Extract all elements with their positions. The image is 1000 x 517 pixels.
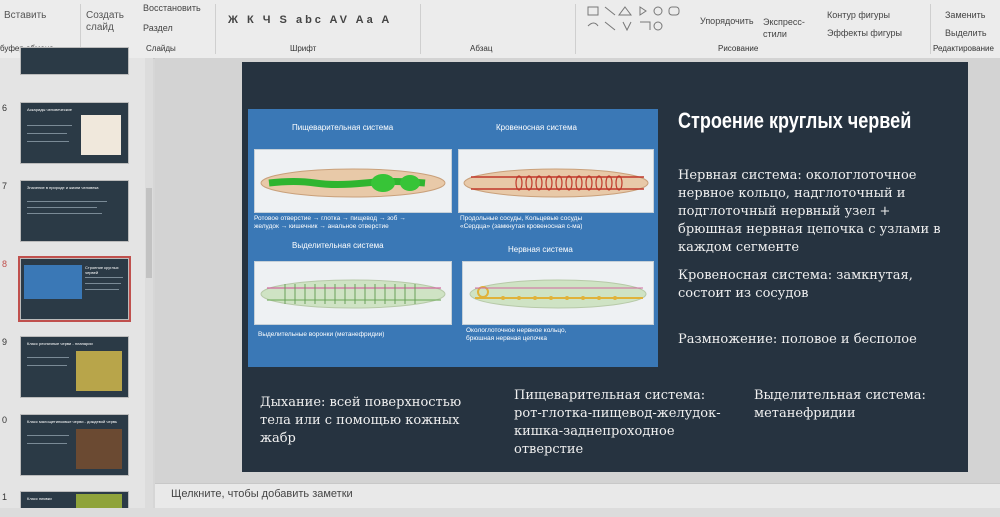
shape-effects-button[interactable]: Эффекты фигуры [827,28,902,38]
divider [215,4,216,54]
restore-button[interactable]: Восстановить [143,3,201,13]
select-button[interactable]: Выделить [945,28,987,38]
thumbnail-title: Класс ресничные черви - планарии [27,341,93,346]
status-bar [0,508,1000,517]
express-styles-button[interactable]: Экспресс- стили [763,16,805,40]
digestive-system-text[interactable]: Пищеварительная система: рот-глотка-пище… [514,387,724,459]
group-drawing-label: Рисование [718,44,759,53]
circulatory-panel [458,149,654,213]
circulatory-caption: Продольные сосуды, Кольцевые сосуды «Сер… [460,215,583,230]
thumbnail-line [85,277,123,278]
shape-outline-button[interactable]: Контур фигуры [827,10,890,20]
thumbnail-line [27,141,69,142]
slide-thumbnail[interactable]: Класс малощетинковые черви - дождевой че… [20,414,129,476]
excretory-system-text[interactable]: Выделительная система: метанефридии [754,387,954,423]
thumbnail-image [76,494,122,508]
nervous-figure-title: Нервная система [508,245,573,254]
excretory-caption: Выделительные воронки (метанефридии) [258,331,385,338]
thumbnail-line [27,435,69,436]
thumbnail-line [27,365,67,366]
thumbnail-title: Строение круглых червей [85,265,119,275]
reproduction-text[interactable]: Размножение: половое и бесполое [678,331,953,349]
thumbnail-image [76,429,122,469]
divider [575,4,576,54]
group-paragraph-label: Абзац [470,44,493,53]
slide-thumbnail-selected[interactable]: Строение круглых червей [18,256,131,322]
replace-button[interactable]: Заменить [945,10,985,20]
circulatory-figure-title: Кровеносная система [496,123,577,132]
thumbnail-title: Значение в природе и жизни человека [27,185,99,190]
arrange-button[interactable]: Упорядочить [700,16,754,26]
nervous-panel [462,261,654,325]
group-editing-label: Редактирование [933,44,994,53]
slide-thumbnail[interactable]: Значение в природе и жизни человека [20,180,129,242]
slide-number: 9 [2,337,8,347]
create-slide-button[interactable]: Создать слайд [86,10,124,34]
slide-thumbnail[interactable] [20,47,129,75]
slide-thumbnail[interactable]: Аскариды человеческие [20,102,129,164]
thumbnail-line [27,207,97,208]
thumbnail-line [85,289,119,290]
shapes-gallery[interactable] [585,4,695,40]
section-button[interactable]: Раздел [143,23,173,33]
nervous-caption: Окологлоточное нервное кольцо, брюшная н… [466,327,567,342]
thumbnail-image [76,351,122,391]
scrollbar-thumb[interactable] [146,188,152,278]
slide-number: 0 [2,415,8,425]
circulatory-system-text[interactable]: Кровеносная система: замкнутая, состоит … [678,267,953,303]
thumbnail-line [27,357,69,358]
slide-number: 7 [2,181,8,191]
divider [420,4,421,54]
breathing-text[interactable]: Дыхание: всей поверхностью тела или с по… [260,394,485,448]
worm-anatomy-figure: Пищеварительная система Кровеносная сист… [248,109,658,367]
nervous-system-text[interactable]: Нервная система: окологлоточное нервное … [678,167,953,257]
digestive-panel [254,149,452,213]
slide-thumbnail[interactable]: Класс ресничные черви - планарии [20,336,129,398]
slide-number: 1 [2,492,8,502]
notes-placeholder[interactable]: Щелкните, чтобы добавить заметки [171,488,353,500]
font-format-buttons[interactable]: Ж К Ч S abc AV Aa A [228,14,392,26]
group-slides-label: Слайды [146,44,176,53]
divider [930,4,931,54]
thumbnail-image [81,115,121,155]
paste-button[interactable]: Вставить [4,10,46,21]
slide-title[interactable]: Строение круглых червей [678,108,911,134]
slide-number: 8 [2,259,8,269]
thumbnail-line [27,213,102,214]
thumbnail-image [24,265,82,299]
thumbnail-title: Класс малощетинковые черви - дождевой че… [27,419,118,424]
digestive-caption: Ротовое отверстие → глотка → пищевод → з… [254,215,406,230]
group-font-label: Шрифт [290,44,317,53]
thumbnail-line [27,443,67,444]
thumbnail-title: Аскариды человеческие [27,107,72,112]
thumbnail-scrollbar[interactable] [145,58,153,508]
digestive-figure-title: Пищеварительная система [292,123,394,132]
thumbnail-line [85,283,121,284]
thumbnail-line [27,125,72,126]
thumbnail-line [27,133,67,134]
thumbnail-line [27,201,107,202]
notes-pane[interactable]: Щелкните, чтобы добавить заметки [155,483,1000,508]
ribbon: Вставить Создать слайд Восстановить Разд… [0,0,1000,59]
excretory-panel [254,261,452,325]
excretory-figure-title: Выделительная система [292,241,384,250]
slide-number: 6 [2,103,8,113]
